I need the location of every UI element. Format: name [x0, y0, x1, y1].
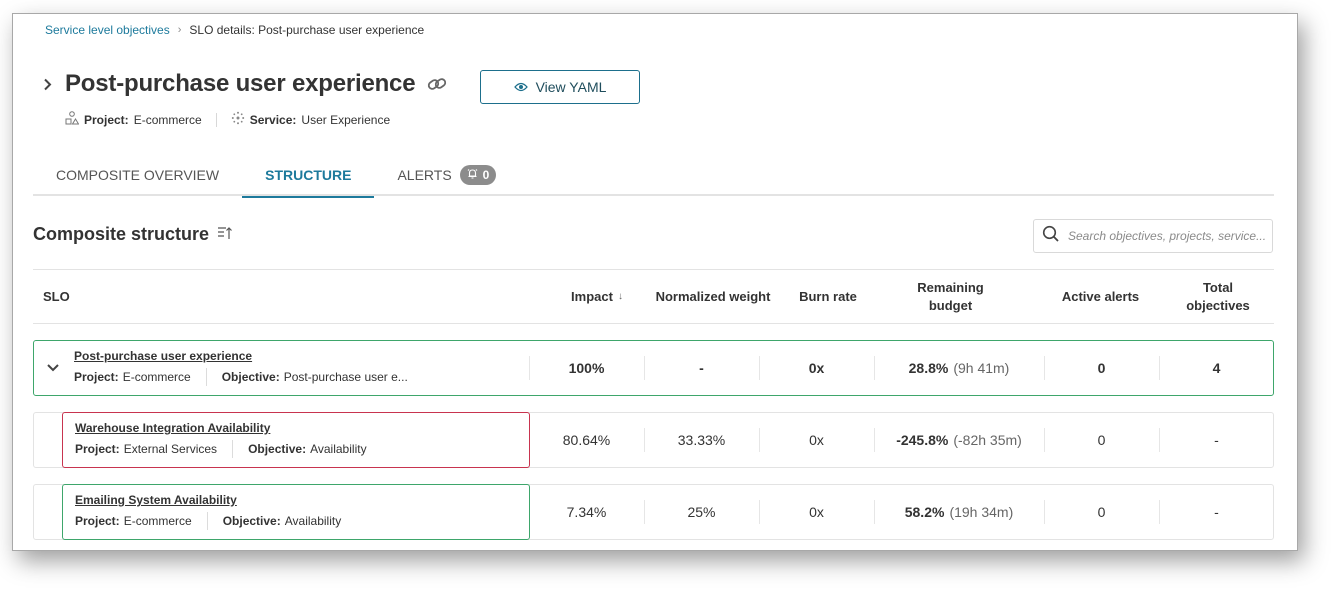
tab-structure[interactable]: STRUCTURE	[242, 154, 375, 198]
sort-desc-icon: ↓	[617, 290, 623, 302]
project-label: Project:	[74, 370, 119, 384]
slo-meta-row: Project: E-commerce Service: User Experi…	[65, 111, 390, 128]
tab-alerts-label: ALERTS	[397, 167, 452, 183]
normalized-weight-cell: 25%	[687, 504, 716, 520]
breadcrumb-slo-list-link[interactable]: Service level objectives	[45, 23, 170, 37]
table-row[interactable]: Warehouse Integration Availability Proje…	[33, 412, 1274, 468]
normalized-weight-cell: 33.33%	[677, 432, 726, 448]
tab-composite-overview-label: COMPOSITE OVERVIEW	[56, 167, 220, 183]
slo-meta: Project: E-commerce Objective: Availabil…	[75, 512, 341, 530]
service-value: User Experience	[301, 112, 391, 127]
search-icon	[1042, 225, 1060, 248]
remaining-budget-cell: 28.8% (9h 41m)	[874, 341, 1044, 395]
column-header-slo[interactable]: SLO	[43, 270, 70, 323]
slo-meta: Project: External Services Objective: Av…	[75, 440, 367, 458]
service-icon	[231, 111, 245, 128]
project-label: Project:	[75, 514, 120, 528]
breadcrumb: Service level objectives › SLO details: …	[45, 23, 424, 37]
slo-meta: Project: E-commerce Objective: Post-purc…	[74, 368, 408, 386]
project-meta: Project: E-commerce	[65, 111, 202, 128]
remaining-budget-percent: 58.2%	[904, 504, 945, 520]
remaining-budget-percent: -245.8%	[896, 432, 949, 448]
objective-value: Availability	[284, 514, 342, 528]
slo-name-link[interactable]: Warehouse Integration Availability	[75, 421, 270, 435]
active-alerts-cell: 0	[1097, 432, 1106, 448]
page-title: Post-purchase user experience	[65, 70, 416, 97]
view-yaml-label: View YAML	[535, 79, 607, 95]
column-header-impact[interactable]: Impact ↓	[541, 270, 653, 323]
project-value: E-commerce	[133, 112, 202, 127]
impact-header-label: Impact	[571, 288, 613, 304]
burn-rate-cell: 0x	[808, 360, 825, 376]
impact-cell: 80.64%	[562, 432, 611, 448]
project-value: E-commerce	[122, 370, 191, 384]
active-alerts-cell: 0	[1097, 504, 1106, 520]
total-objectives-cell: -	[1214, 432, 1219, 448]
remaining-budget-percent: 28.8%	[908, 360, 949, 376]
tab-composite-overview[interactable]: COMPOSITE OVERVIEW	[33, 154, 242, 196]
total-objectives-cell: 4	[1212, 360, 1221, 376]
remaining-budget-time: (-82h 35m)	[953, 432, 1022, 448]
normalized-weight-cell: -	[699, 360, 704, 376]
search-box[interactable]	[1033, 219, 1273, 253]
tab-bar: COMPOSITE OVERVIEW STRUCTURE ALERTS 0	[33, 154, 1274, 198]
burn-rate-cell: 0x	[809, 504, 824, 520]
slo-details-window: Service level objectives › SLO details: …	[12, 13, 1298, 551]
table-row[interactable]: Post-purchase user experience Project: E…	[33, 340, 1274, 396]
tab-alerts[interactable]: ALERTS 0	[374, 154, 519, 196]
project-label: Project:	[75, 442, 120, 456]
project-value: External Services	[123, 442, 218, 456]
remaining-budget-time: (9h 41m)	[953, 360, 1010, 376]
column-header-remaining-budget[interactable]: Remaining budget	[908, 270, 993, 323]
column-header-burn-rate[interactable]: Burn rate	[773, 270, 883, 323]
chevron-right-icon[interactable]	[39, 74, 55, 94]
meta-divider	[206, 512, 208, 530]
link-icon[interactable]	[427, 76, 447, 92]
project-icon	[65, 111, 80, 128]
sort-order-icon[interactable]	[217, 224, 233, 245]
objective-label: Objective:	[221, 370, 280, 384]
table-header: SLO Impact ↓ Normalized weight Burn rate…	[33, 269, 1274, 324]
objective-label: Objective:	[222, 514, 281, 528]
slo-name-link[interactable]: Emailing System Availability	[75, 493, 237, 507]
column-header-active-alerts[interactable]: Active alerts	[1043, 270, 1158, 323]
impact-cell: 7.34%	[566, 504, 607, 520]
project-value: E-commerce	[123, 514, 192, 528]
search-input[interactable]	[1068, 229, 1268, 243]
total-objectives-cell: -	[1214, 504, 1219, 520]
project-label: Project:	[84, 112, 129, 127]
meta-divider	[232, 440, 234, 458]
chevron-down-icon[interactable]	[46, 360, 60, 378]
remaining-budget-cell: 58.2% (19h 34m)	[874, 485, 1044, 539]
composite-structure-heading: Composite structure	[33, 224, 233, 245]
remaining-budget-time: (19h 34m)	[949, 504, 1014, 520]
service-label: Service:	[249, 112, 297, 127]
burn-rate-cell: 0x	[809, 432, 824, 448]
eye-icon	[513, 79, 528, 95]
column-header-normalized-weight[interactable]: Normalized weight	[653, 270, 773, 323]
service-meta: Service: User Experience	[231, 111, 390, 128]
alerts-count-badge: 0	[459, 165, 497, 185]
table-row[interactable]: Emailing System Availability Project: E-…	[33, 484, 1274, 540]
meta-divider	[215, 112, 217, 127]
breadcrumb-separator: ›	[177, 24, 182, 36]
meta-divider	[205, 368, 207, 386]
breadcrumb-current: SLO details: Post-purchase user experien…	[189, 23, 425, 37]
tab-structure-label: STRUCTURE	[265, 167, 352, 183]
remaining-budget-cell: -245.8% (-82h 35m)	[874, 413, 1044, 467]
title-row: Post-purchase user experience	[39, 70, 447, 98]
active-alerts-cell: 0	[1097, 360, 1106, 376]
objective-label: Objective:	[248, 442, 307, 456]
objective-value: Availability	[310, 442, 367, 456]
section-title: Composite structure	[33, 224, 210, 244]
slo-name-link[interactable]: Post-purchase user experience	[74, 349, 252, 363]
impact-cell: 100%	[568, 360, 605, 376]
column-header-total-objectives[interactable]: Total objectives	[1173, 270, 1263, 323]
objective-value: Post-purchase user e...	[283, 370, 408, 384]
alerts-count: 0	[482, 168, 490, 182]
bell-icon	[467, 168, 478, 182]
view-yaml-button[interactable]: View YAML	[480, 70, 640, 104]
